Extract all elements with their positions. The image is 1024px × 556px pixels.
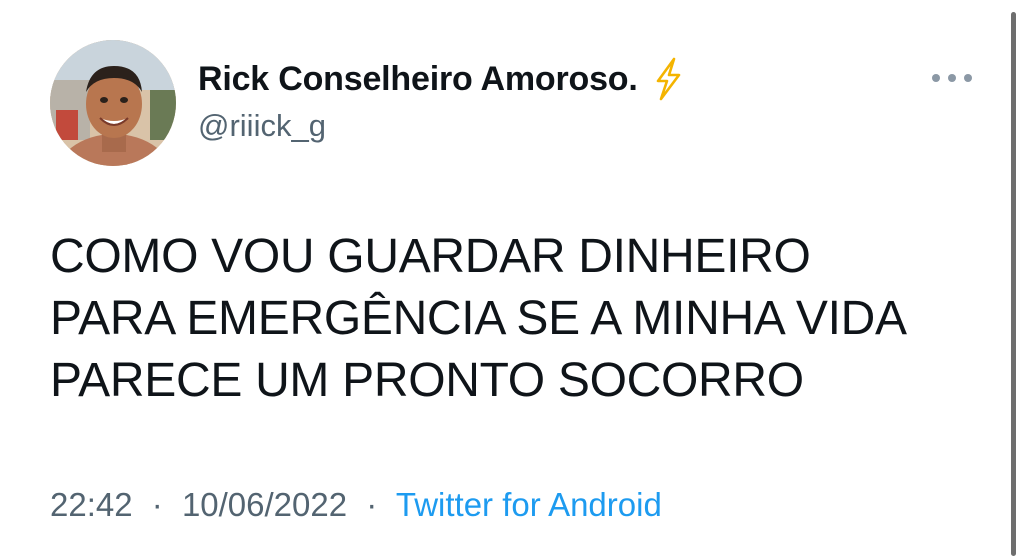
more-options-button[interactable] <box>932 66 972 90</box>
scrollbar[interactable] <box>1011 12 1016 556</box>
tweet-card: Rick Conselheiro Amoroso. @riiick_g COMO… <box>0 0 1024 556</box>
meta-separator: · <box>366 486 378 523</box>
tweet-source-link[interactable]: Twitter for Android <box>396 486 662 523</box>
meta-separator: · <box>151 486 163 523</box>
avatar-photo <box>50 40 176 166</box>
more-horizontal-icon <box>932 74 940 82</box>
author-handle[interactable]: @riiick_g <box>198 108 326 144</box>
lightning-bolt-icon <box>652 57 684 101</box>
avatar[interactable] <box>50 40 176 166</box>
author-display-name[interactable]: Rick Conselheiro Amoroso. <box>198 60 638 99</box>
tweet-date[interactable]: 10/06/2022 <box>182 486 347 523</box>
tweet-text: COMO VOU GUARDAR DINHEIRO PARA EMERGÊNCI… <box>50 230 907 407</box>
tweet-meta: 22:42 · 10/06/2022 · Twitter for Android <box>50 486 662 524</box>
author-name-row: Rick Conselheiro Amoroso. <box>198 56 684 102</box>
tweet-time[interactable]: 22:42 <box>50 486 133 523</box>
